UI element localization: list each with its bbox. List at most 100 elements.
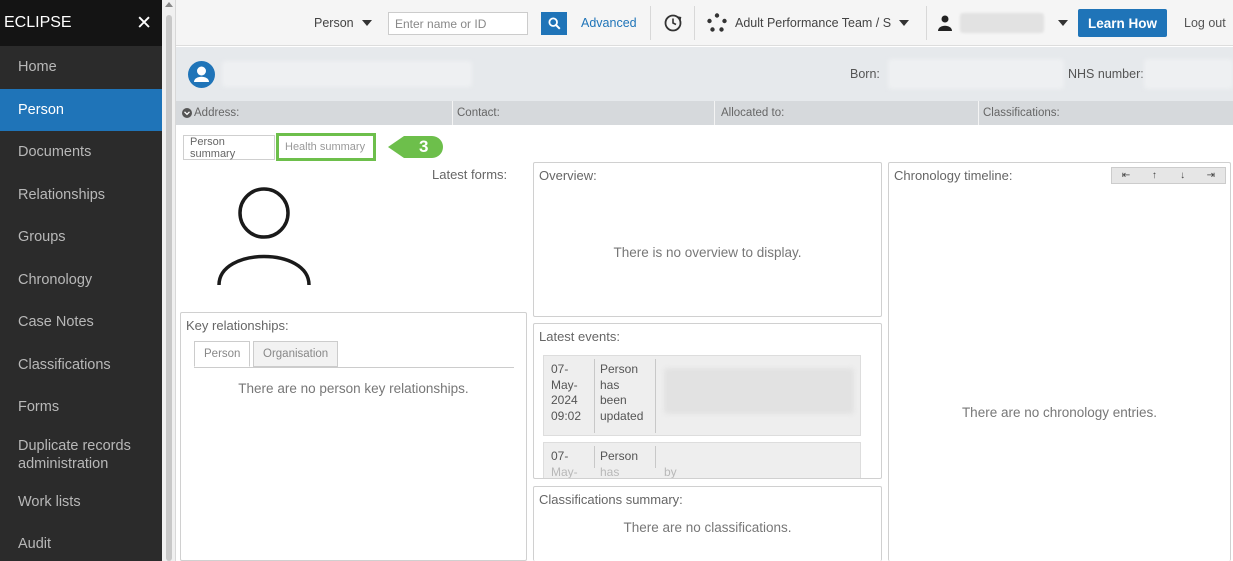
last-icon[interactable]: ⇥ <box>1197 170 1225 181</box>
key-relationships-title: Key relationships: <box>186 318 289 333</box>
address-cell[interactable]: Address: <box>176 101 453 125</box>
sidebar-item-groups[interactable]: Groups <box>0 216 162 259</box>
divider <box>655 446 656 468</box>
sidebar-item-label: Home <box>18 59 57 76</box>
history-button[interactable] <box>663 0 683 46</box>
latest-forms-title: Latest forms: <box>432 167 508 182</box>
clock-history-icon <box>664 14 682 32</box>
chevron-down-icon <box>1058 20 1068 26</box>
tab-label: Person summary <box>190 135 236 160</box>
search-icon <box>547 17 561 30</box>
user-icon <box>938 15 952 31</box>
divider <box>194 367 514 368</box>
sidebar-item-work-lists[interactable]: Work lists <box>0 481 162 524</box>
search-input[interactable] <box>388 12 528 35</box>
chevron-down-icon <box>361 20 372 26</box>
sidebar-item-person[interactable]: Person <box>0 88 162 131</box>
tab-health-summary[interactable]: Health summary <box>276 133 376 161</box>
sidebar-item-chronology[interactable]: Chronology <box>0 259 162 302</box>
classifications-cell: Classifications: <box>979 101 1233 125</box>
learn-how-button[interactable]: Learn How <box>1078 9 1167 37</box>
divider <box>655 359 656 433</box>
tab-person-summary[interactable]: Person summary <box>183 135 275 160</box>
sidebar-item-audit[interactable]: Audit <box>0 523 162 561</box>
event-description: Person has <box>600 449 639 479</box>
classifications-summary-panel: Classifications summary: There are no cl… <box>533 486 882 561</box>
sidebar-item-label: Work lists <box>18 493 81 510</box>
latest-events-title: Latest events: <box>539 329 620 344</box>
scroll-up-icon[interactable] <box>165 2 173 7</box>
logout-label: Log out <box>1184 16 1226 30</box>
person-icon <box>194 66 209 82</box>
event-date: 07- May- <box>551 449 578 479</box>
address-label: Address: <box>194 107 240 119</box>
overview-title: Overview: <box>539 168 597 183</box>
scrollbar-thumb[interactable] <box>166 15 172 561</box>
sidebar-item-case-notes[interactable]: Case Notes <box>0 301 162 344</box>
sidebar-item-duplicate-records[interactable]: Duplicate records administration <box>0 429 162 481</box>
sidebar-item-label: Documents <box>18 144 92 161</box>
tab-relationships-person[interactable]: Person <box>194 341 251 367</box>
born-label: Born: <box>850 67 880 81</box>
check-circle-icon <box>182 108 192 118</box>
allocated-cell: Allocated to: <box>715 101 979 125</box>
tab-label: Organisation <box>263 348 329 360</box>
sidebar-item-home[interactable]: Home <box>0 46 162 89</box>
sidebar: ECLIPSE ✕ Home Person Documents Relation… <box>0 0 162 561</box>
chronology-title: Chronology timeline: <box>894 168 1013 183</box>
sidebar-item-label: Duplicate records administration <box>18 437 131 472</box>
team-icon <box>707 13 727 32</box>
sidebar-scrollbar[interactable] <box>162 0 176 561</box>
callout-number: 3 <box>419 137 429 156</box>
allocated-label: Allocated to: <box>721 107 785 119</box>
latest-events-panel: Latest events: 07- May- 2024 09:02 Perso… <box>533 323 882 479</box>
overview-panel: Overview: There is no overview to displa… <box>533 162 882 317</box>
event-date: 07- May- 2024 09:02 <box>551 362 582 423</box>
divider <box>694 6 695 40</box>
tab-relationships-organisation[interactable]: Organisation <box>253 341 339 367</box>
event-detail-redacted <box>664 368 854 414</box>
sidebar-item-label: Person <box>18 101 64 118</box>
tab-label: Person <box>204 348 241 360</box>
event-card[interactable]: 07- May- Person has by <box>543 442 861 479</box>
divider <box>926 6 927 40</box>
event-card[interactable]: 07- May- 2024 09:02 Person has been upda… <box>543 355 861 436</box>
down-arrow-icon[interactable]: ↓ <box>1169 170 1197 181</box>
contact-cell: Contact: <box>453 101 715 125</box>
close-sidebar-icon[interactable]: ✕ <box>136 12 152 35</box>
search-type-label: Person <box>314 16 354 30</box>
sidebar-item-relationships[interactable]: Relationships <box>0 174 162 217</box>
advanced-label: Advanced <box>581 16 637 30</box>
no-overview-message: There is no overview to display. <box>613 245 802 260</box>
advanced-search-link[interactable]: Advanced <box>581 0 637 46</box>
nhs-number-redacted <box>1144 59 1233 89</box>
no-chronology-message: There are no chronology entries. <box>961 405 1158 420</box>
sidebar-item-classifications[interactable]: Classifications <box>0 344 162 387</box>
sidebar-item-label: Forms <box>18 399 60 416</box>
born-value-redacted <box>888 59 1064 89</box>
sidebar-header: ECLIPSE ✕ <box>0 0 162 46</box>
up-arrow-icon[interactable]: ↑ <box>1140 170 1168 181</box>
event-description: Person has been updated <box>600 362 644 423</box>
sidebar-item-documents[interactable]: Documents <box>0 131 162 174</box>
user-menu[interactable] <box>938 0 1068 46</box>
sidebar-menu: Home Person Documents Relationships Grou… <box>0 46 162 561</box>
classifications-summary-title: Classifications summary: <box>539 492 683 507</box>
team-selector[interactable]: Adult Performance Team / S <box>706 0 910 46</box>
search-type-dropdown[interactable]: Person <box>314 0 372 46</box>
sidebar-item-label: Classifications <box>18 356 111 373</box>
first-icon[interactable]: ⇤ <box>1112 170 1140 181</box>
divider <box>650 6 651 40</box>
sidebar-item-label: Chronology <box>18 271 93 288</box>
sidebar-item-label: Case Notes <box>18 314 94 331</box>
tab-label: Health summary <box>285 141 366 153</box>
sidebar-item-forms[interactable]: Forms <box>0 386 162 429</box>
logout-link[interactable]: Log out <box>1184 0 1226 46</box>
no-relationships-message: There are no person key relationships. <box>238 381 469 396</box>
search-button[interactable] <box>541 12 567 35</box>
chronology-controls: ⇤ ↑ ↓ ⇥ <box>1111 167 1226 184</box>
team-label: Adult Performance Team / S <box>735 16 892 30</box>
person-silhouette-icon <box>217 187 311 286</box>
divider <box>594 359 595 433</box>
sidebar-item-label: Relationships <box>18 186 106 203</box>
